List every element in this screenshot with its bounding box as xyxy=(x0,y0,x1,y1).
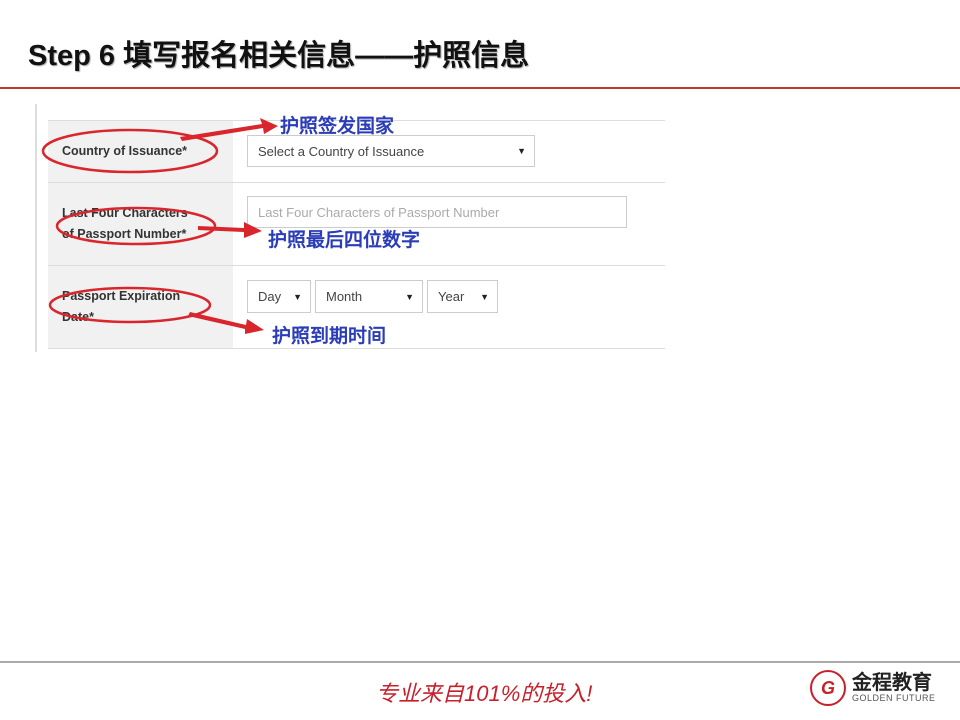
annotation-note: 护照到期时间 xyxy=(272,326,387,347)
seal-icon: G xyxy=(810,670,846,706)
arrow-icon xyxy=(180,118,278,141)
annotation-overlay xyxy=(41,118,278,334)
highlight-ellipse xyxy=(48,286,212,324)
brand-name-cn: 金程教育 xyxy=(852,672,932,694)
annotation-note: 护照最后四位数字 xyxy=(268,230,421,251)
footer-slogan: 专业来自101%的投入! xyxy=(376,681,593,706)
brand-name-en: GOLDEN FUTURE xyxy=(852,693,936,703)
footer-divider xyxy=(0,661,960,663)
arrow-icon xyxy=(188,312,264,334)
highlight-ellipse xyxy=(55,206,217,246)
annotation-note: 护照签发国家 xyxy=(280,116,395,137)
brand-logo: G 金程教育 GOLDEN FUTURE xyxy=(810,670,936,706)
arrow-icon xyxy=(198,222,262,238)
